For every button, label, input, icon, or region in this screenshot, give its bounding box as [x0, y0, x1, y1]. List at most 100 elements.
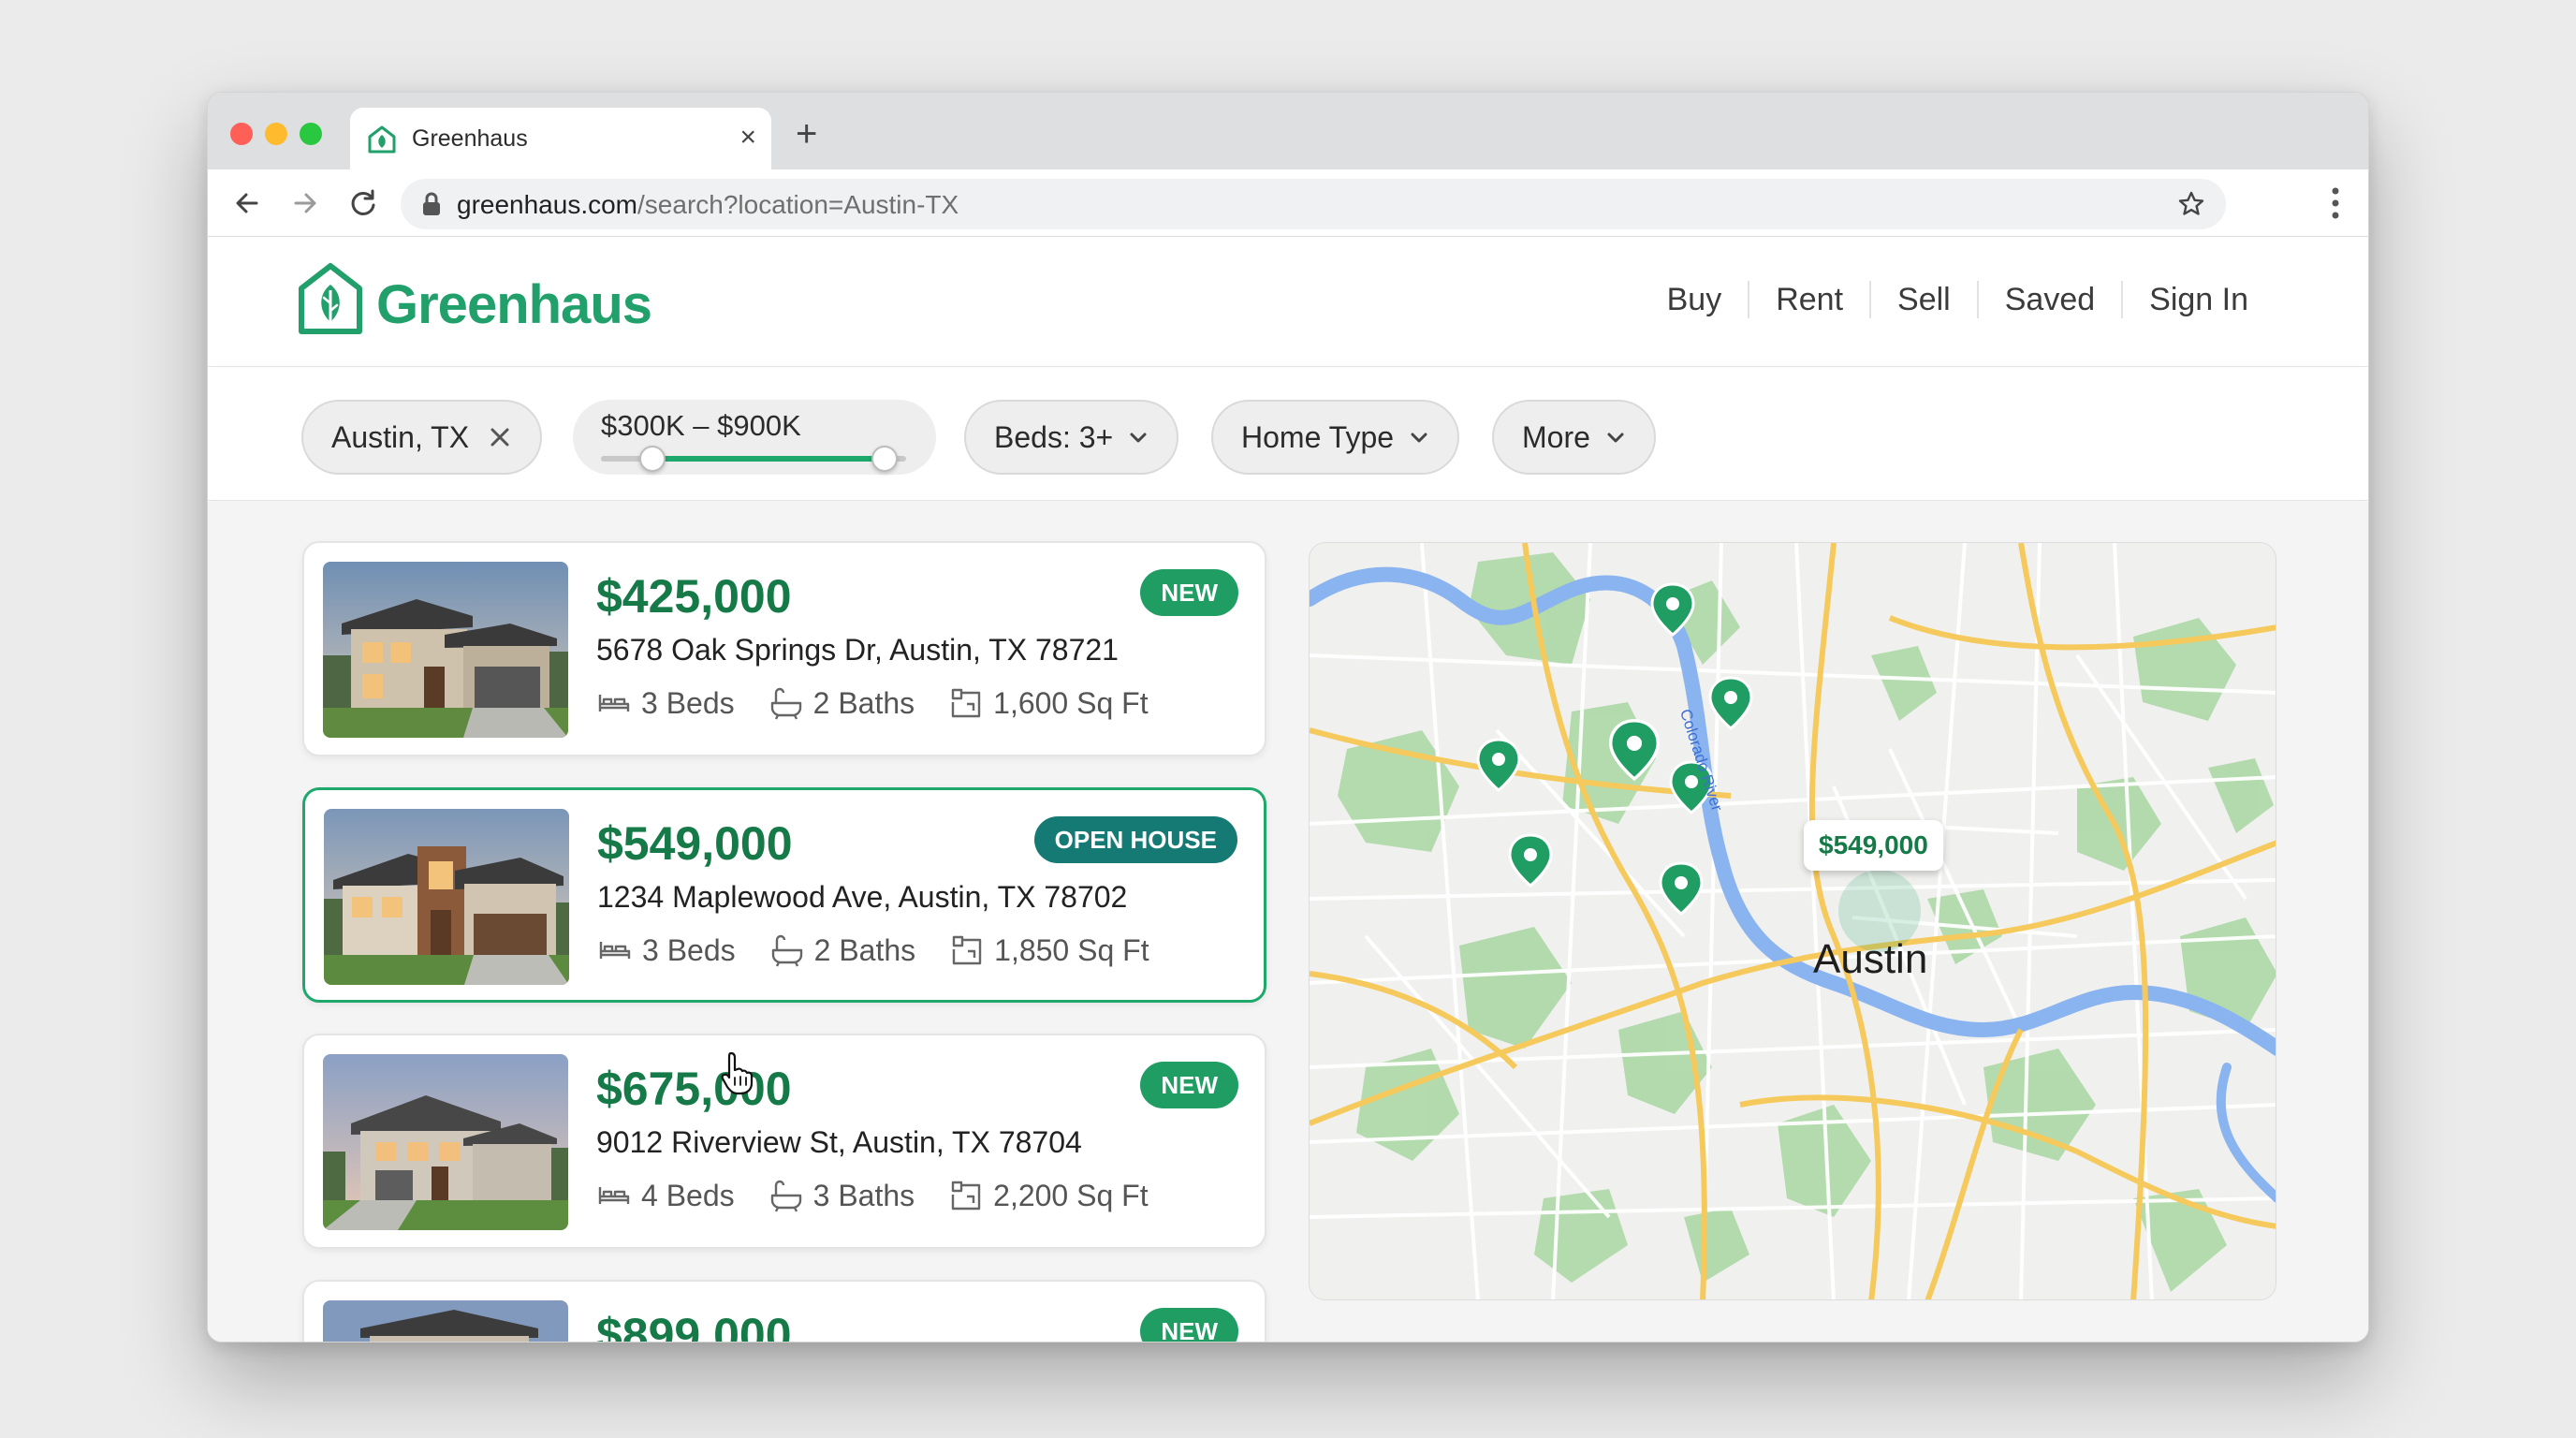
beds-filter-label: Beds: 3+ — [994, 419, 1114, 454]
url-host: greenhaus.com — [457, 190, 638, 219]
price-range-filter[interactable]: $300K – $900K — [573, 400, 936, 475]
floor-plan-icon — [952, 935, 982, 965]
baths-count: 2 Baths — [812, 685, 915, 720]
baths-spec: 2 Baths — [768, 685, 915, 721]
bathtub-icon — [770, 1180, 801, 1212]
maximize-window-button[interactable] — [300, 123, 322, 145]
floor-plan-icon — [951, 1181, 981, 1211]
reload-icon[interactable] — [343, 183, 384, 224]
baths-count: 2 Baths — [813, 932, 916, 967]
beds-filter-dropdown[interactable]: Beds: 3+ — [964, 400, 1179, 475]
more-filters-label: More — [1522, 419, 1590, 454]
new-tab-icon[interactable]: + — [796, 113, 817, 154]
browser-menu-icon[interactable] — [2331, 186, 2340, 220]
nav-saved[interactable]: Saved — [1976, 281, 2121, 318]
beds-count: 3 Beds — [641, 685, 735, 720]
beds-spec: 3 Beds — [597, 932, 736, 968]
listing-address: 9012 Riverview St, Austin, TX 78704 — [596, 1125, 1082, 1159]
bookmark-star-icon[interactable] — [2177, 190, 2205, 218]
nav-sign-in[interactable]: Sign In — [2121, 281, 2275, 318]
close-window-button[interactable] — [230, 123, 253, 145]
chevron-down-icon — [1411, 433, 1427, 443]
map-canvas[interactable] — [1310, 543, 2276, 1300]
filter-bar: Austin, TX $300K – $900K Beds: 3+ Home T… — [208, 368, 2368, 501]
listing-specs: 3 Beds 2 Baths 1,850 Sq Ft — [597, 932, 1183, 968]
lock-icon — [423, 192, 440, 215]
bed-icon — [598, 1187, 630, 1204]
bed-icon — [598, 695, 630, 712]
beds-spec: 3 Beds — [596, 685, 735, 721]
bathtub-icon — [771, 934, 802, 967]
listing-photo[interactable] — [323, 1054, 568, 1230]
location-filter-label: Austin, TX — [331, 419, 470, 454]
house-leaf-icon — [368, 125, 396, 154]
beds-count: 4 Beds — [641, 1178, 735, 1212]
site-header: Greenhaus Buy Rent Sell Saved Sign In — [208, 238, 2368, 367]
listing-address: 1234 Maplewood Ave, Austin, TX 78702 — [597, 880, 1128, 914]
chevron-down-icon — [1130, 433, 1147, 443]
baths-spec: 2 Baths — [769, 932, 916, 968]
listing-card[interactable]: $899,000 NEW — [302, 1280, 1266, 1343]
baths-spec: 3 Baths — [768, 1178, 915, 1213]
beds-count: 3 Beds — [642, 932, 736, 967]
logo-wordmark[interactable]: Greenhaus — [376, 273, 652, 336]
bed-icon — [599, 942, 631, 959]
listing-card-selected[interactable]: $549,000 OPEN HOUSE 1234 Maplewood Ave, … — [302, 787, 1266, 1003]
tab-strip: Greenhaus × + — [208, 93, 2368, 169]
listing-price: $899,000 — [596, 1309, 792, 1343]
price-slider-min-handle[interactable] — [639, 446, 666, 472]
new-badge: NEW — [1140, 1062, 1238, 1108]
address-bar[interactable]: greenhaus.com/search?location=Austin-TX — [401, 179, 2226, 229]
url-text: greenhaus.com/search?location=Austin-TX — [457, 190, 959, 220]
nav-rent[interactable]: Rent — [1748, 281, 1869, 318]
sqft-value: 1,600 Sq Ft — [993, 685, 1149, 720]
sqft-value: 2,200 Sq Ft — [993, 1178, 1149, 1212]
listing-specs: 3 Beds 2 Baths 1,600 Sq Ft — [596, 685, 1182, 721]
price-slider-max-handle[interactable] — [871, 446, 899, 472]
nav-sell[interactable]: Sell — [1869, 281, 1977, 318]
main-nav: Buy Rent Sell Saved Sign In — [1641, 281, 2275, 318]
results-map[interactable]: Colorado River $549,000 Austin — [1309, 542, 2276, 1300]
listing-photo[interactable] — [323, 562, 568, 738]
price-slider-track[interactable] — [601, 446, 906, 472]
listing-price: $425,000 — [596, 570, 792, 623]
sqft-spec: 2,200 Sq Ft — [948, 1178, 1149, 1213]
browser-toolbar: greenhaus.com/search?location=Austin-TX — [208, 169, 2368, 237]
sqft-spec: 1,600 Sq Ft — [948, 685, 1149, 721]
sqft-spec: 1,850 Sq Ft — [949, 932, 1149, 968]
bathtub-icon — [770, 687, 801, 720]
more-filters-dropdown[interactable]: More — [1492, 400, 1656, 475]
url-path: /search?location=Austin-TX — [637, 190, 959, 219]
search-results-area: $425,000 NEW 5678 Oak Springs Dr, Austin… — [208, 502, 2368, 1343]
price-range-label: $300K – $900K — [601, 409, 801, 442]
greenhaus-logo-icon[interactable] — [298, 262, 363, 335]
forward-arrow-icon[interactable] — [285, 183, 326, 224]
map-city-label: Austin — [1813, 936, 1928, 982]
listing-photo[interactable] — [324, 809, 569, 985]
nav-buy[interactable]: Buy — [1641, 281, 1749, 318]
floor-plan-icon — [951, 688, 981, 718]
listing-photo[interactable] — [323, 1300, 568, 1342]
clear-location-icon[interactable] — [488, 425, 512, 449]
new-badge: NEW — [1140, 1308, 1238, 1342]
open-house-badge: OPEN HOUSE — [1033, 816, 1237, 863]
minimize-window-button[interactable] — [265, 123, 287, 145]
listing-specs: 4 Beds 3 Baths 2,200 Sq Ft — [596, 1178, 1182, 1213]
new-badge: NEW — [1140, 569, 1238, 616]
location-filter-chip[interactable]: Austin, TX — [301, 400, 543, 475]
baths-count: 3 Baths — [812, 1178, 915, 1212]
browser-window: Greenhaus × + greenhaus.com/search?locat… — [207, 92, 2369, 1343]
listing-card[interactable]: $675,000 NEW 9012 Riverview St, Austin, … — [302, 1034, 1266, 1249]
close-tab-icon[interactable]: × — [739, 121, 756, 154]
listing-address: 5678 Oak Springs Dr, Austin, TX 78721 — [596, 633, 1119, 667]
map-price-callout[interactable]: $549,000 — [1804, 820, 1943, 871]
browser-tab[interactable]: Greenhaus × — [350, 108, 771, 169]
back-arrow-icon[interactable] — [227, 183, 268, 224]
hand-cursor-icon — [721, 1051, 754, 1095]
listing-price: $675,000 — [596, 1063, 792, 1115]
beds-spec: 4 Beds — [596, 1178, 735, 1213]
home-type-filter-dropdown[interactable]: Home Type — [1211, 400, 1460, 475]
home-type-filter-label: Home Type — [1241, 419, 1395, 454]
sqft-value: 1,850 Sq Ft — [994, 932, 1149, 967]
listing-card[interactable]: $425,000 NEW 5678 Oak Springs Dr, Austin… — [302, 541, 1266, 756]
